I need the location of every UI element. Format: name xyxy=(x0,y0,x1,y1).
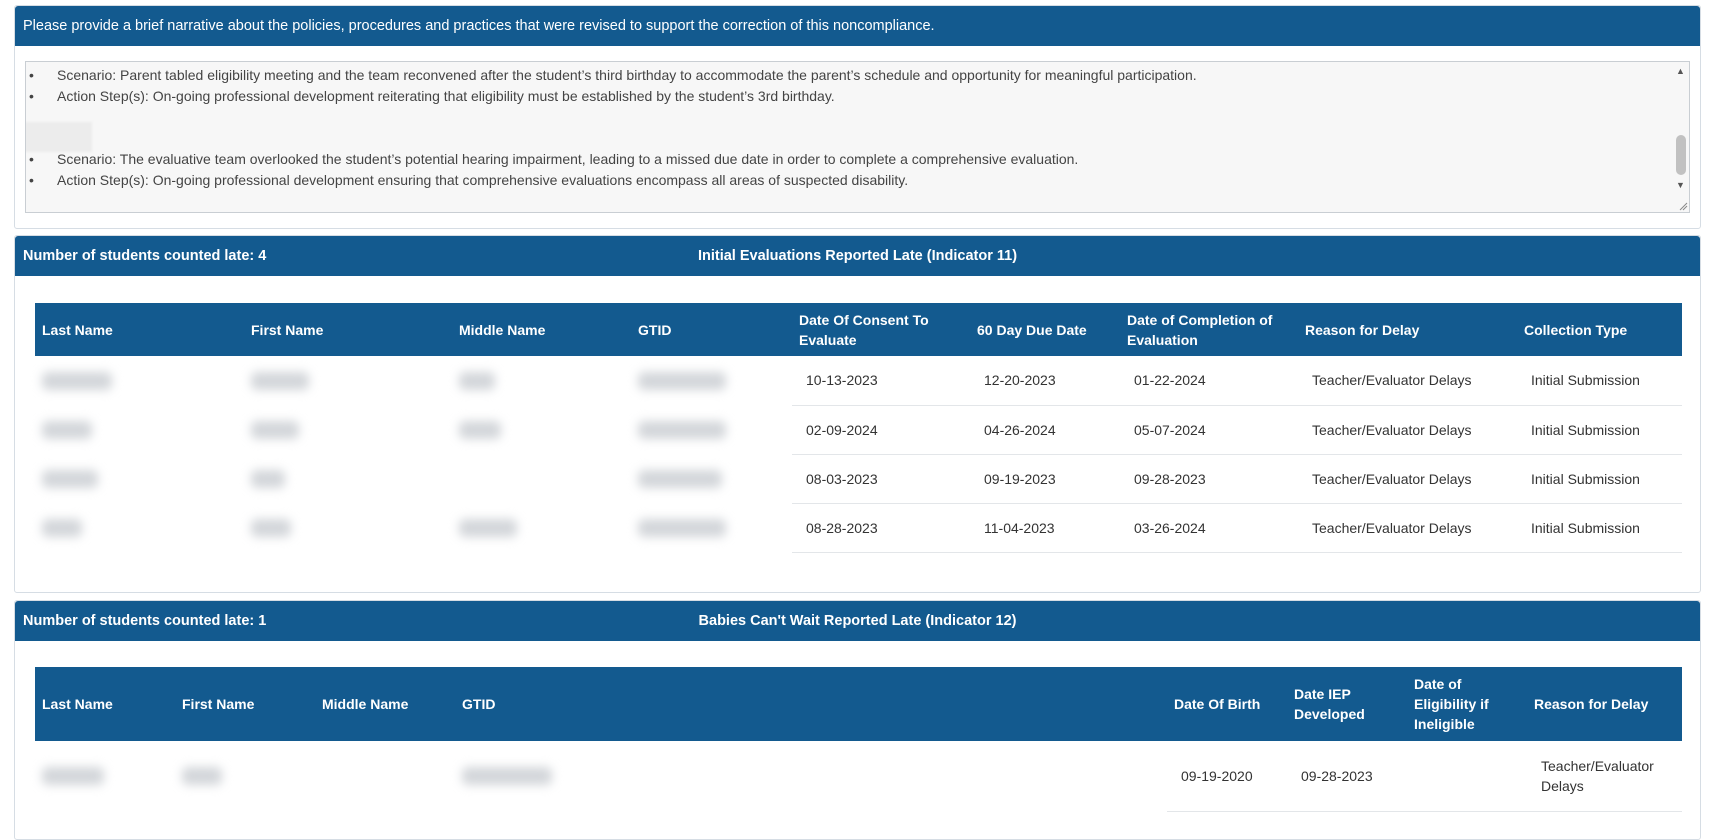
due-date: 09-19-2023 xyxy=(970,454,1120,504)
indicator12-count: Number of students counted late: 1 xyxy=(23,613,267,629)
redacted-middle-name xyxy=(452,454,631,503)
column-header[interactable]: First Name xyxy=(175,667,315,741)
column-header[interactable]: Date Of Birth xyxy=(1167,667,1287,741)
narrative-panel: Please provide a brief narrative about t… xyxy=(14,5,1701,229)
bullet: • xyxy=(29,172,34,188)
reason-for-delay: Teacher/Evaluator Delays xyxy=(1298,356,1517,406)
redacted-middle-name xyxy=(452,405,631,454)
column-header[interactable]: First Name xyxy=(244,303,452,356)
redacted-gtid xyxy=(455,741,1167,811)
column-header[interactable]: Middle Name xyxy=(452,303,631,356)
due-date: 12-20-2023 xyxy=(970,356,1120,406)
redacted-gtid xyxy=(631,454,792,503)
narrative-prompt: Please provide a brief narrative about t… xyxy=(15,6,1700,46)
redacted-first-name xyxy=(244,405,452,454)
due-date: 11-04-2023 xyxy=(970,503,1120,553)
column-header[interactable]: 60 Day Due Date xyxy=(970,303,1120,356)
redacted-middle-name xyxy=(452,356,631,405)
redacted-last-name xyxy=(35,454,244,503)
consent-date: 08-03-2023 xyxy=(792,454,970,504)
redacted-first-name xyxy=(175,741,315,811)
indicator11-count: Number of students counted late: 4 xyxy=(23,248,267,264)
collection-type: Initial Submission xyxy=(1517,454,1682,504)
column-header[interactable]: Middle Name xyxy=(315,667,455,741)
column-header[interactable]: Reason for Delay xyxy=(1298,303,1517,356)
completion-date: 05-07-2024 xyxy=(1120,405,1298,455)
table-row: 08-28-2023 11-04-2023 03-26-2024 Teacher… xyxy=(35,503,1682,553)
bullet: • xyxy=(29,151,34,167)
indicator11-header: Number of students counted late: 4 Initi… xyxy=(15,236,1700,276)
scroll-up-arrow-icon[interactable]: ▲ xyxy=(1676,66,1685,76)
scroll-down-arrow-icon[interactable]: ▼ xyxy=(1676,180,1685,190)
completion-date: 01-22-2024 xyxy=(1120,356,1298,406)
narrative-scrollbar[interactable]: ▲ ▼ xyxy=(1673,62,1689,212)
consent-date: 08-28-2023 xyxy=(792,503,970,553)
completion-date: 03-26-2024 xyxy=(1120,503,1298,553)
resize-grip-icon[interactable] xyxy=(1678,201,1688,211)
column-header[interactable]: Reason for Delay xyxy=(1527,667,1682,741)
redacted-first-name xyxy=(244,503,452,552)
due-date: 04-26-2024 xyxy=(970,405,1120,455)
indicator11-table: Last Name First Name Middle Name GTID Da… xyxy=(35,303,1682,553)
redacted-middle-name xyxy=(315,741,455,811)
reason-for-delay: Teacher/Evaluator Delays xyxy=(1298,454,1517,504)
table-header-row: Last Name First Name Middle Name GTID Da… xyxy=(35,667,1682,741)
table-header-row: Last Name First Name Middle Name GTID Da… xyxy=(35,303,1682,356)
redacted-last-name xyxy=(35,741,175,811)
bullet: • xyxy=(29,88,34,104)
redacted-last-name xyxy=(35,503,244,552)
column-header[interactable]: Last Name xyxy=(35,667,175,741)
redacted-first-name xyxy=(244,356,452,405)
eligibility-date xyxy=(1407,741,1527,812)
column-header[interactable]: Last Name xyxy=(35,303,244,356)
redacted-last-name xyxy=(35,405,244,454)
bullet: • xyxy=(29,67,34,83)
indicator12-table: Last Name First Name Middle Name GTID Da… xyxy=(35,667,1682,812)
indicator12-title: Babies Can't Wait Reported Late (Indicat… xyxy=(698,613,1017,629)
column-header[interactable]: GTID xyxy=(455,667,1167,741)
indicator11-panel: Number of students counted late: 4 Initi… xyxy=(14,235,1701,593)
table-row: 10-13-2023 12-20-2023 01-22-2024 Teacher… xyxy=(35,356,1682,406)
table-row: 08-03-2023 09-19-2023 09-28-2023 Teacher… xyxy=(35,454,1682,504)
redacted-text xyxy=(26,122,92,152)
indicator11-title: Initial Evaluations Reported Late (Indic… xyxy=(697,248,1018,264)
column-header[interactable]: Date Of Consent To Evaluate xyxy=(792,303,970,356)
consent-date: 10-13-2023 xyxy=(792,356,970,406)
redacted-gtid xyxy=(631,503,792,552)
consent-date: 02-09-2024 xyxy=(792,405,970,455)
completion-date: 09-28-2023 xyxy=(1120,454,1298,504)
redacted-middle-name xyxy=(452,503,631,552)
indicator12-panel: Number of students counted late: 1 Babie… xyxy=(14,600,1701,840)
table-row: 09-19-2020 09-28-2023 Teacher/Evaluator … xyxy=(35,741,1682,812)
reason-for-delay: Teacher/Evaluator Delays xyxy=(1298,503,1517,553)
collection-type: Initial Submission xyxy=(1517,503,1682,553)
column-header[interactable]: GTID xyxy=(631,303,792,356)
collection-type: Initial Submission xyxy=(1517,356,1682,406)
redacted-gtid xyxy=(631,405,792,454)
column-header[interactable]: Collection Type xyxy=(1517,303,1682,356)
collection-type: Initial Submission xyxy=(1517,405,1682,455)
reason-for-delay: Teacher/Evaluator Delays xyxy=(1527,741,1682,812)
iep-date: 09-28-2023 xyxy=(1287,741,1407,812)
redacted-gtid xyxy=(631,356,792,405)
redacted-last-name xyxy=(35,356,244,405)
column-header[interactable]: Date of Eligibility if Ineligible xyxy=(1407,667,1527,741)
narrative-textarea[interactable]: • Scenario: Parent tabled eligibility me… xyxy=(25,61,1690,213)
column-header[interactable]: Date of Completion of Evaluation xyxy=(1120,303,1298,356)
redacted-first-name xyxy=(244,454,452,503)
scroll-thumb[interactable] xyxy=(1676,135,1686,175)
date-of-birth: 09-19-2020 xyxy=(1167,741,1287,812)
reason-for-delay: Teacher/Evaluator Delays xyxy=(1298,405,1517,455)
table-row: 02-09-2024 04-26-2024 05-07-2024 Teacher… xyxy=(35,405,1682,455)
column-header[interactable]: Date IEP Developed xyxy=(1287,667,1407,741)
indicator12-header: Number of students counted late: 1 Babie… xyxy=(15,601,1700,641)
